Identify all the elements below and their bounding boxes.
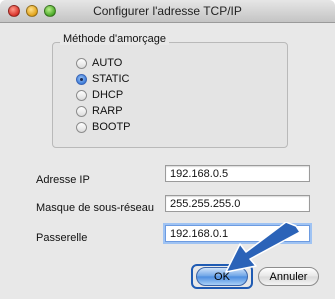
subnet-mask-input[interactable] <box>165 195 310 212</box>
radio-button[interactable] <box>76 89 87 101</box>
boot-method-legend: Méthode d'amorçage <box>60 33 169 45</box>
pointer-arrow-icon <box>225 222 301 273</box>
radio-button[interactable] <box>76 105 87 117</box>
radio-button[interactable] <box>76 121 87 133</box>
radio-option-static[interactable]: STATIC <box>76 72 129 86</box>
radio-label: STATIC <box>92 73 130 85</box>
ip-address-input[interactable] <box>165 165 310 182</box>
radio-label: BOOTP <box>92 121 131 133</box>
radio-label: DHCP <box>92 89 124 101</box>
ip-address-label: Adresse IP <box>36 174 90 186</box>
radio-option-dhcp[interactable]: DHCP <box>76 88 123 102</box>
title-bar: Configurer l'adresse TCP/IP <box>0 0 335 23</box>
radio-button[interactable] <box>76 57 87 69</box>
radio-label: RARP <box>92 105 123 117</box>
radio-label: AUTO <box>92 57 123 69</box>
gateway-label: Passerelle <box>36 232 88 244</box>
window-title: Configurer l'adresse TCP/IP <box>93 4 242 18</box>
radio-option-bootp[interactable]: BOOTP <box>76 120 131 134</box>
radio-option-rarp[interactable]: RARP <box>76 104 123 118</box>
dialog-window: Configurer l'adresse TCP/IP Méthode d'am… <box>0 0 335 299</box>
subnet-mask-label: Masque de sous-réseau <box>36 202 155 214</box>
radio-button-selected[interactable] <box>76 73 87 85</box>
radio-option-auto[interactable]: AUTO <box>76 56 122 70</box>
